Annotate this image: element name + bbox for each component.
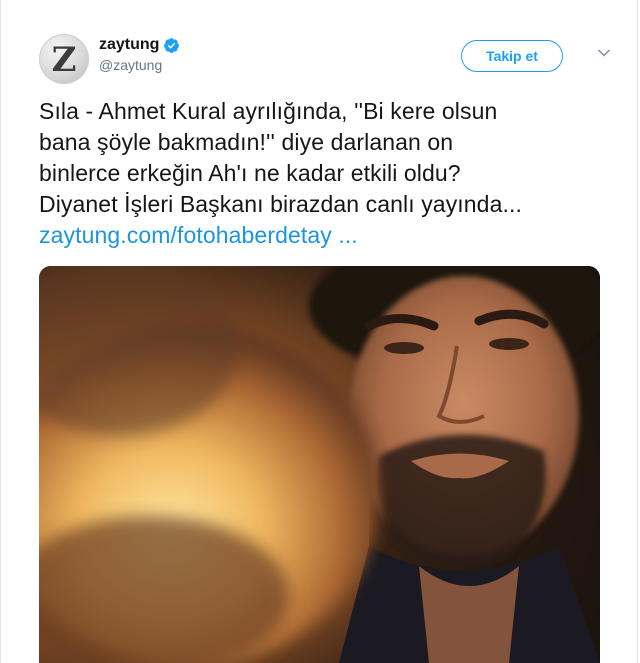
chevron-down-icon[interactable]: [597, 48, 611, 58]
display-name-row[interactable]: zaytung: [99, 36, 180, 54]
avatar[interactable]: Z: [39, 34, 89, 84]
tweet-card: Z zaytung @zaytung Takip et Sıla - Ahmet…: [0, 0, 638, 663]
tweet-text: Sıla - Ahmet Kural ayrılığında, ''Bi ker…: [39, 96, 609, 251]
display-name[interactable]: zaytung: [99, 36, 159, 54]
tweet-text-line: Sıla - Ahmet Kural ayrılığında, ''Bi ker…: [39, 98, 498, 124]
avatar-letter: Z: [51, 40, 77, 80]
tweet-text-line: binlerce erkeğin Ah'ı ne kadar etkili ol…: [39, 160, 461, 186]
tweet-text-line: bana şöyle bakmadın!'' diye darlanan on: [39, 129, 454, 155]
tweet-text-line: Diyanet İşleri Başkanı birazdan canlı ya…: [39, 191, 522, 217]
handle[interactable]: @zaytung: [99, 57, 180, 73]
tweet-link[interactable]: zaytung.com/fotohaberdetay ...: [39, 220, 609, 251]
verified-badge-icon: [164, 37, 180, 53]
tweet-photo[interactable]: [39, 266, 600, 663]
follow-button[interactable]: Takip et: [461, 40, 563, 72]
author-info[interactable]: zaytung @zaytung: [99, 36, 180, 73]
photo-image: [39, 266, 600, 663]
tweet-header: Z zaytung @zaytung Takip et: [39, 34, 611, 86]
